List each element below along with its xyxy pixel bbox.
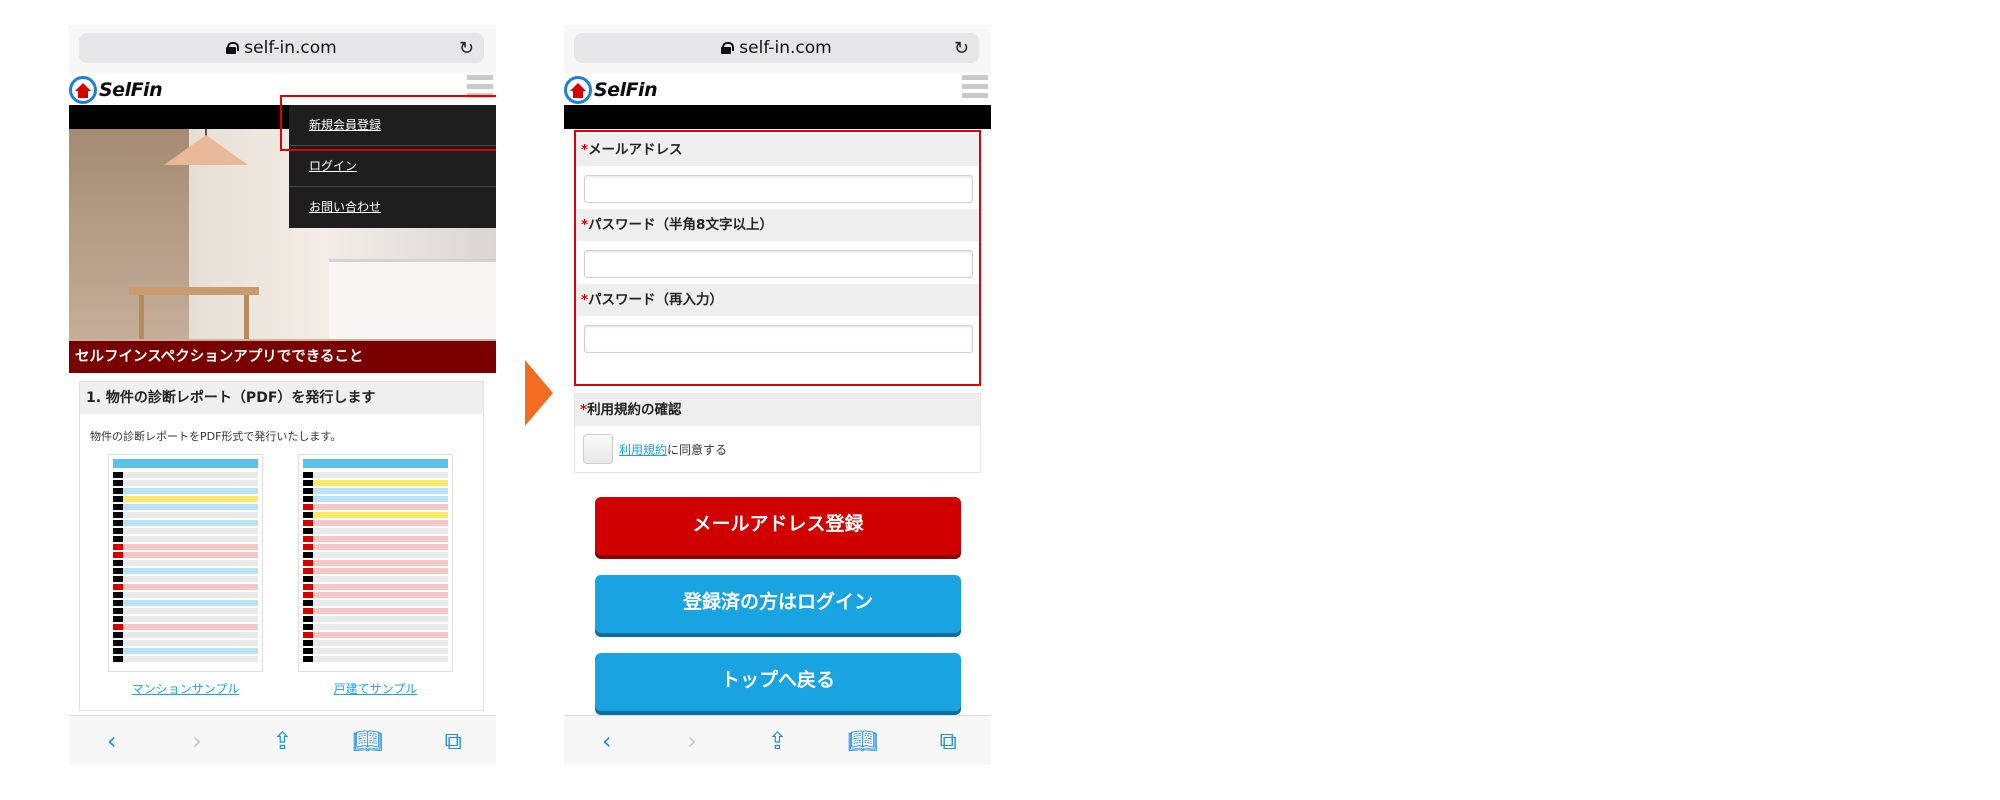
terms-checkbox[interactable] xyxy=(583,434,613,464)
menu-item-contact[interactable]: お問い合わせ xyxy=(289,187,496,228)
required-mark: * xyxy=(581,292,589,308)
required-mark: * xyxy=(581,217,589,233)
bookmarks-icon[interactable]: 📖︎ xyxy=(348,727,388,755)
browser-address-area: self-in.com ↻ xyxy=(69,25,496,73)
right-phone-screen: self-in.com ↻ SelFin *メールアドレス *パスワード（半角8… xyxy=(564,25,991,765)
house-logo-icon xyxy=(564,76,592,104)
sample-house: 戸建てサンプル xyxy=(298,454,453,697)
section-title: 1. 物件の診断レポート（PDF）を発行します xyxy=(80,382,483,414)
terms-label: *利用規約の確認 xyxy=(575,394,980,426)
password-label: *パスワード（半角8文字以上） xyxy=(576,209,979,241)
url-text: self-in.com xyxy=(739,38,832,58)
header-bar xyxy=(564,105,991,129)
login-button[interactable]: 登録済の方はログイン xyxy=(595,575,961,633)
browser-toolbar: ‹ › ⇪ 📖︎ ⧉ xyxy=(69,715,496,765)
terms-agree-row: 利用規約 に同意する xyxy=(575,426,980,464)
report-thumbnail[interactable] xyxy=(108,454,263,672)
share-icon[interactable]: ⇪ xyxy=(262,727,302,755)
url-text: self-in.com xyxy=(244,38,337,58)
arrow-right-icon xyxy=(525,360,553,426)
feature-section: 1. 物件の診断レポート（PDF）を発行します 物件の診断レポートをPDF形式で… xyxy=(79,381,484,711)
browser-address-area: self-in.com ↻ xyxy=(564,25,991,73)
site-logo[interactable]: SelFin xyxy=(69,76,163,104)
required-mark: * xyxy=(581,142,589,158)
browser-toolbar: ‹ › ⇪ 📖︎ ⧉ xyxy=(564,715,991,765)
hamburger-menu-icon[interactable] xyxy=(962,75,988,103)
sample-mansion: マンションサンプル xyxy=(108,454,263,697)
forward-icon[interactable]: › xyxy=(177,727,217,755)
password-confirm-label: *パスワード（再入力） xyxy=(576,284,979,316)
hero-caption: セルフインスペクションアプリでできること xyxy=(69,341,496,373)
tabs-icon[interactable]: ⧉ xyxy=(433,727,473,755)
tabs-icon[interactable]: ⧉ xyxy=(928,727,968,755)
logo-text: SelFin xyxy=(99,79,163,101)
address-bar[interactable]: self-in.com ↻ xyxy=(574,33,979,63)
site-header: SelFin xyxy=(564,73,991,105)
lock-icon xyxy=(226,42,240,54)
email-field[interactable] xyxy=(584,175,973,203)
reload-icon[interactable]: ↻ xyxy=(459,38,474,59)
reload-icon[interactable]: ↻ xyxy=(954,38,969,59)
site-logo[interactable]: SelFin xyxy=(564,76,658,104)
register-email-button[interactable]: メールアドレス登録 xyxy=(595,497,961,555)
logo-text: SelFin xyxy=(594,79,658,101)
sample-link-mansion[interactable]: マンションサンプル xyxy=(108,680,263,697)
report-thumbnail[interactable] xyxy=(298,454,453,672)
password-confirm-field[interactable] xyxy=(584,325,973,353)
sample-link-house[interactable]: 戸建てサンプル xyxy=(298,680,453,697)
share-icon[interactable]: ⇪ xyxy=(757,727,797,755)
email-label: *メールアドレス xyxy=(576,134,979,166)
section-description: 物件の診断レポートをPDF形式で発行いたします。 xyxy=(90,430,342,443)
terms-agree-text: に同意する xyxy=(667,442,728,457)
menu-item-login[interactable]: ログイン xyxy=(289,146,496,187)
back-icon[interactable]: ‹ xyxy=(587,727,627,755)
address-bar[interactable]: self-in.com ↻ xyxy=(79,33,484,63)
left-phone-screen: self-in.com ↻ SelFin セルフインスペクションアプリでできるこ… xyxy=(69,25,496,765)
registration-form: *メールアドレス *パスワード（半角8文字以上） *パスワード（再入力） xyxy=(574,130,981,386)
sample-reports: マンションサンプル 戸建てサンプル xyxy=(108,454,468,714)
house-logo-icon xyxy=(69,76,97,104)
back-icon[interactable]: ‹ xyxy=(92,727,132,755)
terms-link[interactable]: 利用規約 xyxy=(619,441,667,458)
terms-section: *利用規約の確認 利用規約 に同意する xyxy=(574,393,981,473)
lock-icon xyxy=(721,42,735,54)
forward-icon[interactable]: › xyxy=(672,727,712,755)
back-to-top-button[interactable]: トップへ戻る xyxy=(595,653,961,711)
bookmarks-icon[interactable]: 📖︎ xyxy=(843,727,883,755)
required-mark: * xyxy=(580,402,588,418)
password-field[interactable] xyxy=(584,250,973,278)
highlight-register-menu xyxy=(280,95,496,151)
